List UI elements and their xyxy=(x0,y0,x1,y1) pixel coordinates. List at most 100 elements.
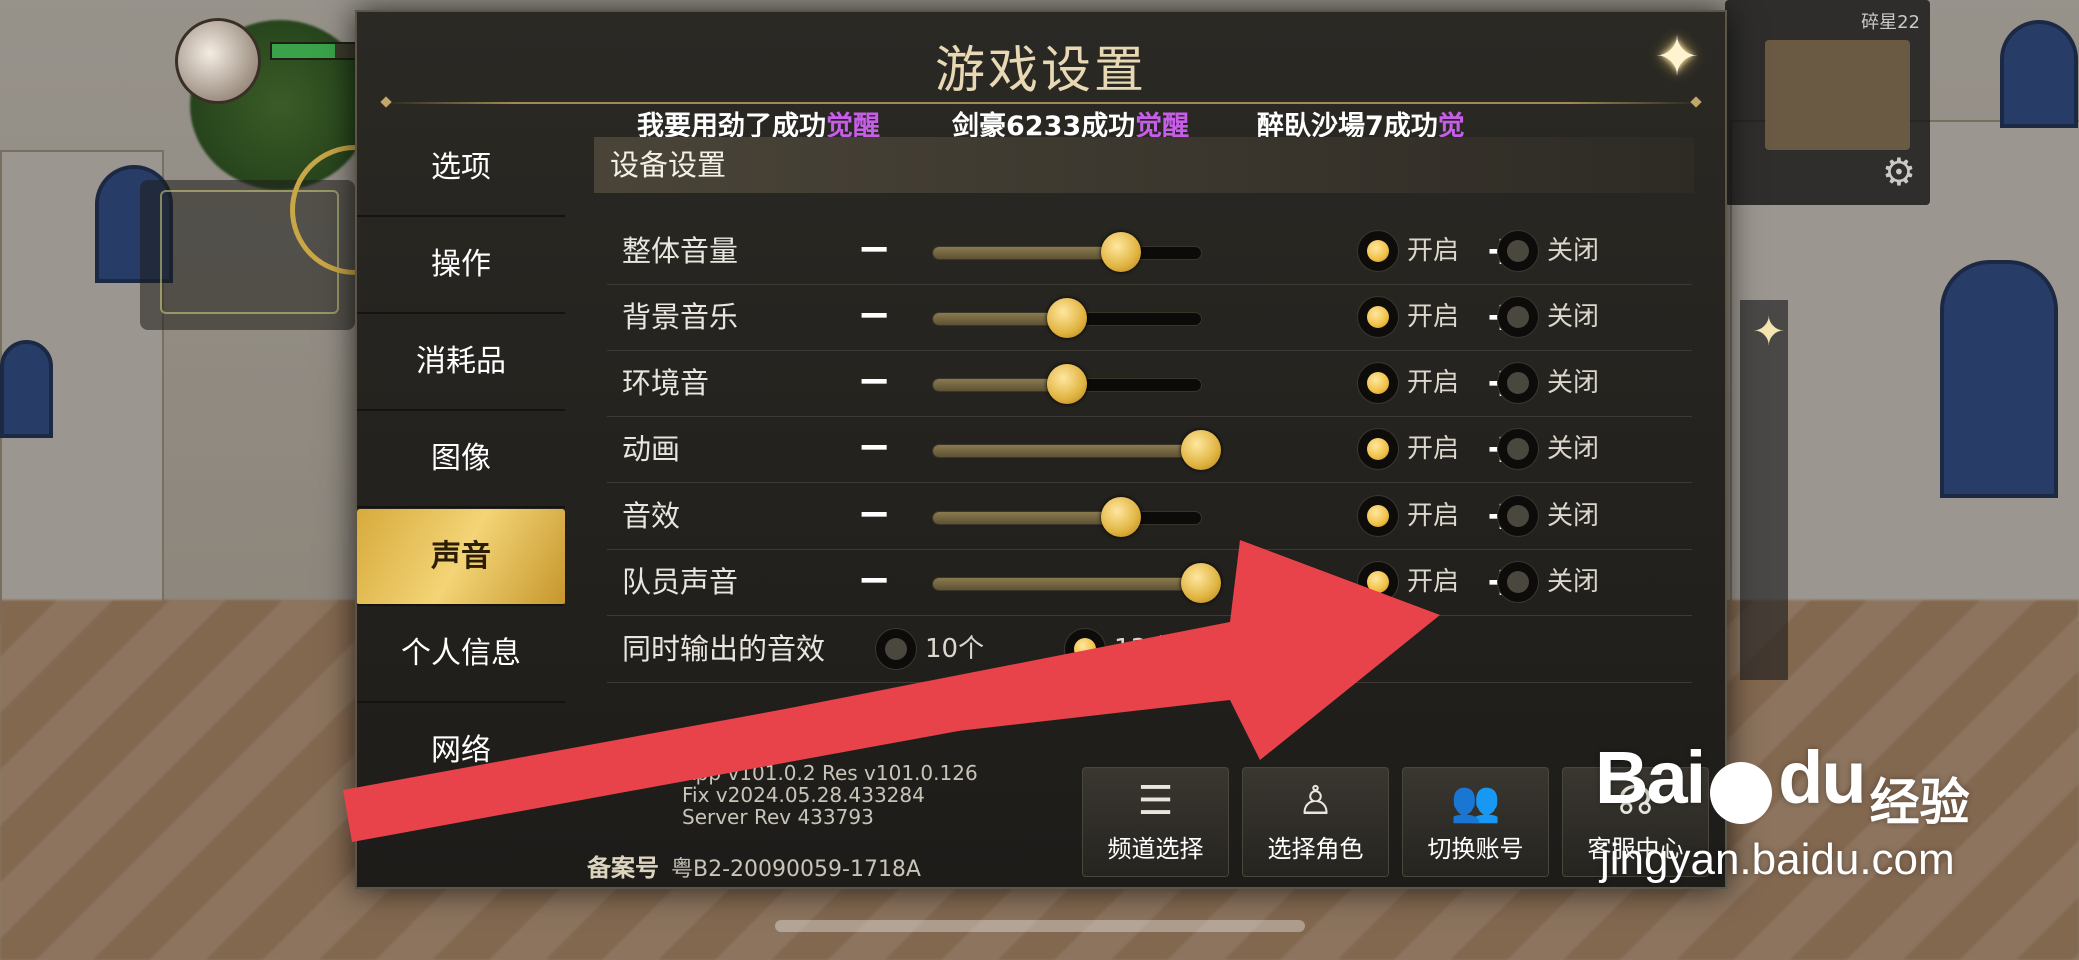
radio-dot xyxy=(1357,362,1399,404)
version-fix: Fix v2024.05.28.433284 xyxy=(682,783,925,807)
setting-row-simultaneous-sfx: 同时输出的音效 10个 13个 xyxy=(607,616,1692,683)
status-text: 碎星22 xyxy=(1861,12,1920,33)
version-server: Server Rev 433793 xyxy=(682,805,874,829)
radio-label: 开启 xyxy=(1407,368,1460,398)
customer-service-button[interactable]: ☊ 客服中心 xyxy=(1562,767,1709,877)
radio-dot xyxy=(1497,428,1539,470)
button-label: 切换账号 xyxy=(1427,835,1524,863)
record-value: 粤B2-20090059-1718A xyxy=(671,857,921,882)
row-label: 动画 xyxy=(622,432,681,466)
minus-icon[interactable]: − xyxy=(857,494,891,534)
radio-label: 10个 xyxy=(925,634,985,664)
row-label: 队员声音 xyxy=(622,565,739,599)
group-icon: 👥 xyxy=(1450,779,1501,825)
volume-slider[interactable] xyxy=(932,232,1202,272)
slider-fill xyxy=(933,247,1121,259)
button-label: 客服中心 xyxy=(1587,835,1684,863)
radio-dot xyxy=(1497,230,1539,272)
sidebar-item-sound[interactable]: 声音 xyxy=(357,509,565,606)
radio-label: 开启 xyxy=(1407,567,1460,597)
version-app: App v101.0.2 Res v101.0.126 xyxy=(682,761,978,785)
volume-slider[interactable] xyxy=(932,364,1202,404)
radio-dot xyxy=(1497,362,1539,404)
volume-slider[interactable] xyxy=(932,430,1221,470)
slider-knob[interactable] xyxy=(1181,430,1221,470)
radio-dot xyxy=(1497,296,1539,338)
slider-fill xyxy=(933,445,1201,457)
minus-icon[interactable]: − xyxy=(857,229,891,269)
record-number: 备案号 粤B2-20090059-1718A xyxy=(587,848,921,883)
slider-knob[interactable] xyxy=(1047,298,1087,338)
radio-label: 13个 xyxy=(1114,634,1174,664)
row-label: 同时输出的音效 xyxy=(622,632,826,666)
radio-label: 开启 xyxy=(1407,501,1460,531)
radio-label: 关闭 xyxy=(1547,434,1600,464)
star-icon[interactable]: ✦ xyxy=(1752,312,1786,352)
radio-dot xyxy=(1357,428,1399,470)
slider-knob[interactable] xyxy=(1100,497,1141,537)
radio-dot xyxy=(1497,495,1539,537)
slider-knob[interactable] xyxy=(1047,364,1087,404)
sidebar-item-options[interactable]: 选项 xyxy=(357,120,565,217)
switch-account-button[interactable]: 👥 切换账号 xyxy=(1402,767,1549,877)
setting-row-sfx: 音效 − + 开启 关闭 xyxy=(607,483,1692,550)
radio-label: 关闭 xyxy=(1547,302,1600,332)
radio-dot xyxy=(1357,296,1399,338)
radio-dot xyxy=(1064,628,1106,670)
player-hp-bar xyxy=(270,42,364,60)
volume-slider[interactable] xyxy=(932,563,1221,603)
channel-select-button[interactable]: ☰ 频道选择 xyxy=(1082,767,1229,877)
sidebar-item-profile[interactable]: 个人信息 xyxy=(357,606,565,703)
list-icon: ☰ xyxy=(1137,778,1174,824)
home-indicator[interactable] xyxy=(775,920,1305,932)
radio-label: 关闭 xyxy=(1547,236,1600,266)
character-icon: ♙ xyxy=(1297,778,1334,824)
sidebar-item-consumables[interactable]: 消耗品 xyxy=(357,314,565,411)
setting-row-ambient: 环境音 − + 开启 关闭 xyxy=(607,350,1692,417)
sidebar-item-graphics[interactable]: 图像 xyxy=(357,411,565,508)
minus-icon[interactable]: − xyxy=(857,295,891,335)
radio-label: 开启 xyxy=(1407,236,1460,266)
row-label: 环境音 xyxy=(622,366,710,400)
slider-knob[interactable] xyxy=(1100,232,1141,272)
row-label: 背景音乐 xyxy=(622,300,739,334)
minus-icon[interactable]: − xyxy=(857,560,891,600)
sidebar-item-controls[interactable]: 操作 xyxy=(357,217,565,314)
setting-row-party-voice: 队员声音 − + 开启 关闭 xyxy=(607,549,1692,616)
slider-fill xyxy=(933,578,1201,590)
row-label: 音效 xyxy=(622,499,681,533)
slider-knob[interactable] xyxy=(1181,563,1221,603)
settings-dialog: 游戏设置 ✦ 我要用劲了成功觉醒 剑豪6233成功觉醒 醉臥沙場7成功觉 选项 … xyxy=(355,10,1727,889)
section-title: 设备设置 xyxy=(594,137,1694,193)
close-icon[interactable]: ✦ xyxy=(1647,27,1707,87)
dialog-title: 游戏设置 xyxy=(935,41,1147,99)
side-panel xyxy=(1740,300,1788,680)
version-info: App v101.0.2 Res v101.0.126 Fix v2024.05… xyxy=(682,762,978,828)
minus-icon[interactable]: − xyxy=(857,427,891,467)
radio-label: 开启 xyxy=(1407,302,1460,332)
row-label: 整体音量 xyxy=(622,234,739,268)
setting-row-master-volume: 整体音量 − + 开启 关闭 xyxy=(607,218,1692,285)
select-character-button[interactable]: ♙ 选择角色 xyxy=(1242,767,1389,877)
sidebar-item-network[interactable]: 网络 xyxy=(357,703,565,800)
volume-slider[interactable] xyxy=(932,497,1202,537)
radio-dot xyxy=(1497,561,1539,603)
radio-label: 关闭 xyxy=(1547,368,1600,398)
slider-fill xyxy=(933,512,1121,524)
button-label: 频道选择 xyxy=(1107,835,1204,863)
settings-sidebar: 选项 操作 消耗品 图像 声音 个人信息 网络 xyxy=(357,120,565,800)
player-avatar[interactable] xyxy=(175,18,261,104)
radio-label: 关闭 xyxy=(1547,567,1600,597)
volume-slider[interactable] xyxy=(932,298,1202,338)
gear-icon[interactable]: ⚙ xyxy=(1882,153,1916,191)
radio-label: 开启 xyxy=(1407,434,1460,464)
button-label: 选择角色 xyxy=(1267,835,1364,863)
minus-icon[interactable]: − xyxy=(857,361,891,401)
record-label: 备案号 xyxy=(587,854,659,882)
setting-row-bgm: 背景音乐 − + 开启 关闭 xyxy=(607,284,1692,351)
radio-dot xyxy=(875,628,917,670)
radio-label: 关闭 xyxy=(1547,501,1600,531)
setting-row-animation: 动画 − + 开启 关闭 xyxy=(607,416,1692,483)
radio-dot xyxy=(1357,495,1399,537)
radio-dot xyxy=(1357,230,1399,272)
